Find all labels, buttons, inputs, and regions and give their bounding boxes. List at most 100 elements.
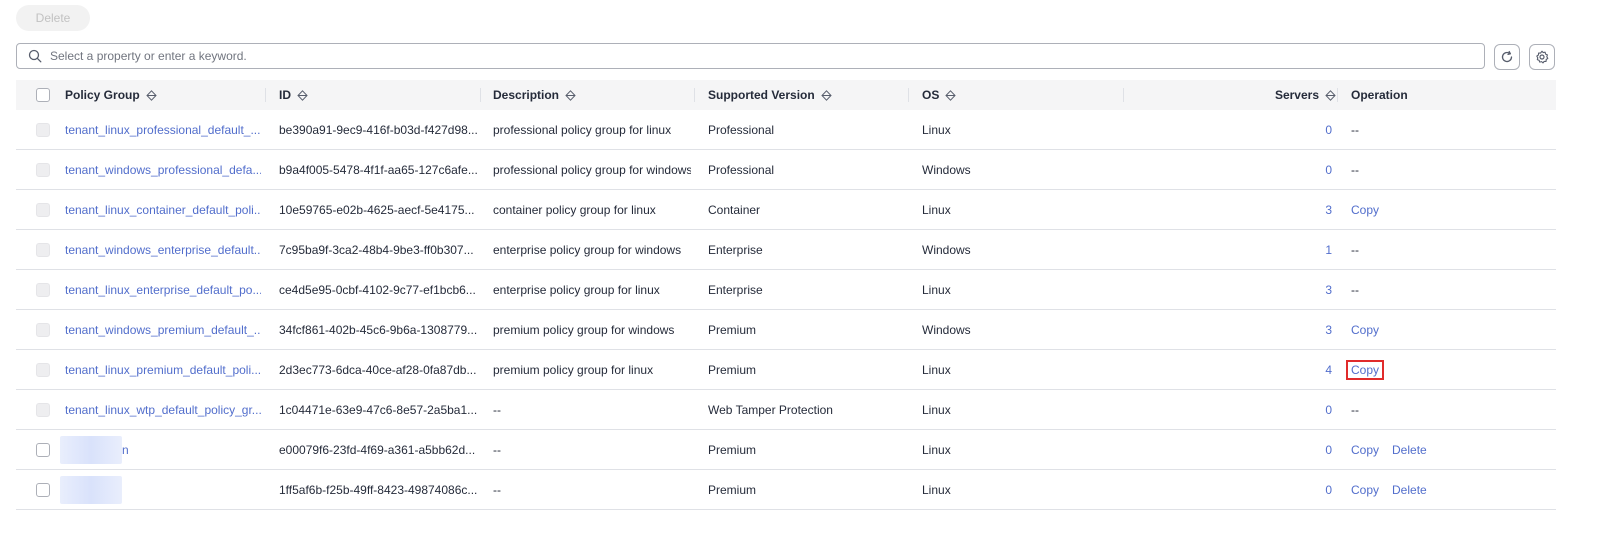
servers-count-link[interactable]: 4 [1246,350,1332,389]
refresh-icon [1500,50,1514,64]
supported-version: Professional [708,162,775,177]
delete-link[interactable]: Delete [1392,443,1427,457]
servers-count-link[interactable]: 0 [1246,150,1332,189]
copy-link-wrapper: Copy [1345,350,1385,389]
sort-icon[interactable] [945,89,957,101]
operation-placeholder: -- [1351,122,1359,137]
redacted-name [60,475,122,504]
row-checkbox [36,242,50,257]
operation-placeholder: -- [1351,242,1359,257]
sort-icon[interactable] [145,89,157,101]
supported-version: Professional [708,122,775,137]
table-row: tenant_linux_professional_default_... be… [16,110,1556,150]
row-checkbox [36,162,50,177]
row-checkbox [36,362,50,377]
description: container policy group for linux [493,202,656,217]
search-input[interactable] [48,45,1484,67]
os: Linux [922,442,951,457]
policy-group-cell: n [60,430,260,469]
policy-id: be390a91-9ec9-416f-b03d-f427d98... [279,122,477,137]
servers-count-link[interactable]: 1 [1246,230,1332,269]
sort-icon[interactable] [1325,89,1336,101]
copy-link[interactable]: Copy [1351,310,1379,349]
policy-group-link[interactable]: n [122,443,129,457]
policy-group-link[interactable]: tenant_linux_wtp_default_policy_gr... [65,390,261,429]
policy-group-link[interactable]: tenant_windows_premium_default_... [65,310,261,349]
table-row: tenant_linux_container_default_poli... 1… [16,190,1556,230]
description: professional policy group for windows [493,162,691,177]
row-checkbox [36,322,50,337]
os: Linux [922,122,951,137]
copy-link[interactable]: Copy [1351,443,1379,457]
row-checkbox[interactable] [36,442,50,457]
supported-version: Container [708,202,761,217]
os: Linux [922,202,951,217]
os: Windows [922,242,971,257]
header-supported-version[interactable]: Supported Version [708,80,832,110]
policy-id: 1ff5af6b-f25b-49ff-8423-49874086c... [279,482,477,497]
policy-group-link[interactable]: tenant_linux_premium_default_poli... [65,350,261,389]
policy-group-link[interactable]: tenant_windows_professional_defa... [65,150,261,189]
table-row: tenant_linux_premium_default_poli... 2d3… [16,350,1556,390]
header-servers[interactable]: Servers [1246,80,1336,110]
servers-count-link[interactable]: 0 [1246,470,1332,509]
search-bar[interactable] [16,43,1485,69]
policy-group-link[interactable]: tenant_windows_enterprise_default... [65,230,261,269]
os: Linux [922,402,951,417]
operation-placeholder: -- [1351,162,1359,177]
servers-count-link[interactable]: 3 [1246,190,1332,229]
policy-group-link[interactable]: tenant_linux_professional_default_... [65,110,261,149]
table-row: tenant_windows_enterprise_default... 7c9… [16,230,1556,270]
sort-icon[interactable] [820,89,832,101]
operation-cell: Copy Delete [1351,430,1427,469]
row-checkbox [36,202,50,217]
copy-link[interactable]: Copy [1351,483,1379,497]
policy-group-link[interactable]: tenant_linux_enterprise_default_po... [65,270,261,309]
os: Linux [922,282,951,297]
header-os[interactable]: OS [922,80,957,110]
servers-count-link[interactable]: 0 [1246,110,1332,149]
supported-version: Web Tamper Protection [708,402,833,417]
copy-link[interactable]: Copy [1345,359,1385,380]
table-row: tenant_linux_enterprise_default_po... ce… [16,270,1556,310]
policy-id: 2d3ec773-6dca-40ce-af28-0fa87db... [279,362,477,377]
header-description[interactable]: Description [493,80,576,110]
policy-id: b9a4f005-5478-4f1f-aa65-127c6afe... [279,162,477,177]
table-row: tenant_windows_professional_defa... b9a4… [16,150,1556,190]
supported-version: Enterprise [708,242,763,257]
description: enterprise policy group for windows [493,242,682,257]
header-select-all[interactable] [36,80,50,110]
supported-version: Premium [708,362,757,377]
servers-count-link[interactable]: 3 [1246,310,1332,349]
table-row: tenant_linux_wtp_default_policy_gr... 1c… [16,390,1556,430]
description: professional policy group for linux [493,122,672,137]
header-id[interactable]: ID [279,80,308,110]
supported-version: Premium [708,482,757,497]
operation-cell: Copy Delete [1351,470,1427,509]
header-policy-group[interactable]: Policy Group [65,80,157,110]
search-icon [28,49,42,63]
refresh-button[interactable] [1494,44,1520,70]
table-row: 1ff5af6b-f25b-49ff-8423-49874086c... -- … [16,470,1556,510]
row-checkbox [36,282,50,297]
delete-link[interactable]: Delete [1392,483,1427,497]
table-header: Policy Group ID Description Supported Ve… [16,80,1556,110]
servers-count-link[interactable]: 0 [1246,390,1332,429]
select-all-checkbox[interactable] [36,88,50,102]
description: enterprise policy group for linux [493,282,660,297]
policy-group-link[interactable]: tenant_linux_container_default_poli... [65,190,261,229]
sort-icon[interactable] [297,89,308,101]
description: -- [493,482,501,497]
header-operation: Operation [1351,88,1408,102]
policy-id: 10e59765-e02b-4625-aecf-5e4175... [279,202,475,217]
description: premium policy group for linux [493,362,654,377]
servers-count-link[interactable]: 3 [1246,270,1332,309]
sort-icon[interactable] [565,89,576,101]
table-settings-button[interactable] [1529,44,1555,70]
supported-version: Premium [708,322,757,337]
servers-count-link[interactable]: 0 [1246,430,1332,469]
copy-link[interactable]: Copy [1351,190,1379,229]
delete-button[interactable]: Delete [16,5,90,31]
row-checkbox[interactable] [36,482,50,497]
policy-id: 1c04471e-63e9-47c6-8e57-2a5ba1... [279,402,477,417]
